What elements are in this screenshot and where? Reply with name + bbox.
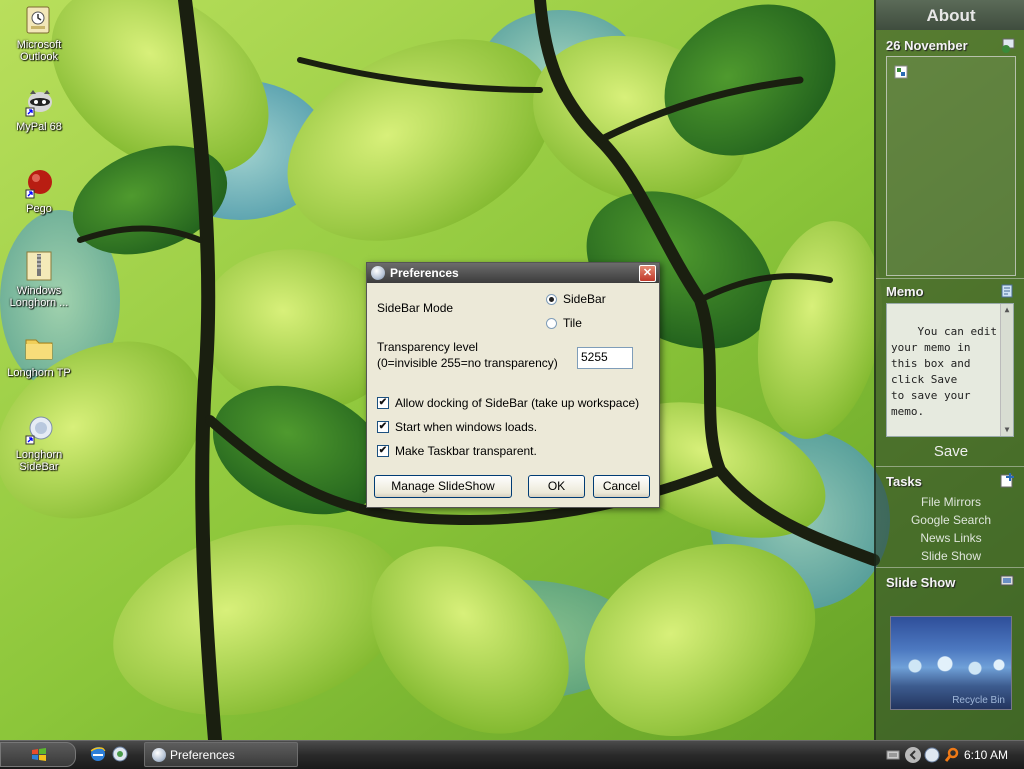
sidebar-tray-icon[interactable]: [924, 747, 940, 763]
memo-text: You can edit your memo in this box and c…: [891, 325, 997, 418]
slideshow-settings-icon[interactable]: [1000, 574, 1014, 588]
memo-save-button[interactable]: Save: [876, 443, 1024, 460]
desktop-icon-label: Microsoft Outlook: [16, 39, 62, 63]
divider: [876, 278, 1024, 279]
taskbar: Preferences 6:10 AM: [0, 740, 1024, 769]
task-link-google-search[interactable]: Google Search: [876, 513, 1024, 527]
image-placeholder-icon: [894, 65, 908, 79]
chevron-left-icon[interactable]: [904, 746, 922, 764]
memo-textarea[interactable]: You can edit your memo in this box and c…: [886, 303, 1014, 437]
transparency-label: Transparency level: [377, 340, 478, 354]
folder-icon: [23, 332, 55, 364]
desktop-icon-mypal[interactable]: MyPal 68: [4, 86, 74, 133]
red-ball-icon: [23, 168, 55, 200]
notepad-icon[interactable]: [1000, 284, 1014, 298]
desktop-icon-outlook[interactable]: Microsoft Outlook: [4, 4, 74, 63]
scroll-up-icon[interactable]: ▲: [1001, 304, 1013, 316]
frost-decoration: [891, 655, 1011, 677]
slideshow-image[interactable]: Recycle Bin: [890, 616, 1012, 710]
dialog-titlebar[interactable]: Preferences ✕: [367, 263, 659, 283]
task-link-news-links[interactable]: News Links: [876, 531, 1024, 545]
checkbox-taskbar-transparent[interactable]: ✔: [377, 445, 389, 457]
app-icon: [152, 748, 166, 762]
checkbox-start-with-windows[interactable]: ✔: [377, 421, 389, 433]
globe-icon[interactable]: [1000, 38, 1016, 54]
checkbox-label-allow-docking: Allow docking of SideBar (take up worksp…: [395, 396, 640, 410]
start-button[interactable]: [0, 742, 76, 767]
sidebar-icon: [23, 414, 55, 446]
taskbar-button-preferences[interactable]: Preferences: [144, 742, 298, 767]
longhorn-sidebar: About 26 November Memo You can edit your…: [874, 0, 1024, 740]
ok-button[interactable]: OK: [528, 475, 585, 498]
search-icon[interactable]: [944, 747, 960, 763]
about-button[interactable]: About: [876, 0, 1024, 30]
system-tray: 6:10 AM: [884, 741, 1024, 769]
outlook-icon: [23, 4, 55, 36]
internet-explorer-icon[interactable]: [90, 746, 106, 762]
checkbox-label-taskbar-transparent: Make Taskbar transparent.: [395, 444, 537, 458]
windows-flag-icon: [32, 748, 46, 761]
desktop-icon-label: MyPal 68: [16, 121, 62, 133]
desktop-icon-longhorn-tp[interactable]: Longhorn TP: [4, 332, 74, 379]
raccoon-icon: [23, 86, 55, 118]
sidebar-mode-label: SideBar Mode: [377, 301, 454, 315]
clock[interactable]: 6:10 AM: [964, 741, 1008, 769]
scroll-down-icon[interactable]: ▼: [1001, 424, 1013, 436]
task-link-slide-show[interactable]: Slide Show: [876, 549, 1024, 563]
preferences-dialog: Preferences ✕ SideBar Mode SideBar Tile …: [366, 262, 660, 508]
calendar-date: 26 November: [886, 38, 968, 53]
desktop-icon-longhorn-sidebar[interactable]: Longhorn SideBar: [4, 414, 74, 473]
checkbox-allow-docking[interactable]: ✔: [377, 397, 389, 409]
taskbar-button-label: Preferences: [170, 748, 235, 762]
slideshow-title: Slide Show: [886, 575, 956, 590]
keyboard-icon[interactable]: [886, 748, 900, 762]
desktop-icon-label: Longhorn SideBar: [15, 449, 63, 473]
sidebar-quicklaunch-icon[interactable]: [112, 746, 128, 762]
radio-label-sidebar: SideBar: [563, 292, 606, 306]
radio-button-sidebar[interactable]: [546, 294, 557, 305]
app-icon: [371, 266, 385, 280]
tasks-title: Tasks: [886, 474, 922, 489]
memo-scrollbar[interactable]: ▲ ▼: [1000, 304, 1013, 436]
desktop-icon-pego[interactable]: Pego: [4, 168, 74, 215]
transparency-input[interactable]: 5255: [577, 347, 633, 369]
add-task-icon[interactable]: [1000, 472, 1016, 488]
zip-folder-icon: [23, 250, 55, 282]
transparency-hint: (0=invisible 255=no transparency): [377, 356, 558, 370]
radio-label-tile: Tile: [563, 316, 582, 330]
divider: [876, 466, 1024, 467]
dialog-title: Preferences: [390, 266, 459, 280]
cancel-button[interactable]: Cancel: [593, 475, 650, 498]
checkbox-label-start-with-windows: Start when windows loads.: [395, 420, 538, 434]
desktop-icon-label: Pego: [26, 203, 52, 215]
calendar-panel: [886, 56, 1016, 276]
desktop-icon-label: Windows Longhorn ...: [9, 285, 69, 309]
close-button[interactable]: ✕: [639, 265, 656, 282]
desktop-icon-windows-longhorn[interactable]: Windows Longhorn ...: [4, 250, 74, 309]
task-link-file-mirrors[interactable]: File Mirrors: [876, 495, 1024, 509]
slideshow-caption: Recycle Bin: [952, 695, 1005, 706]
radio-button-tile[interactable]: [546, 318, 557, 329]
divider: [876, 567, 1024, 568]
manage-slideshow-button[interactable]: Manage SlideShow: [374, 475, 512, 498]
memo-title: Memo: [886, 284, 924, 299]
desktop-icon-label: Longhorn TP: [7, 367, 71, 379]
